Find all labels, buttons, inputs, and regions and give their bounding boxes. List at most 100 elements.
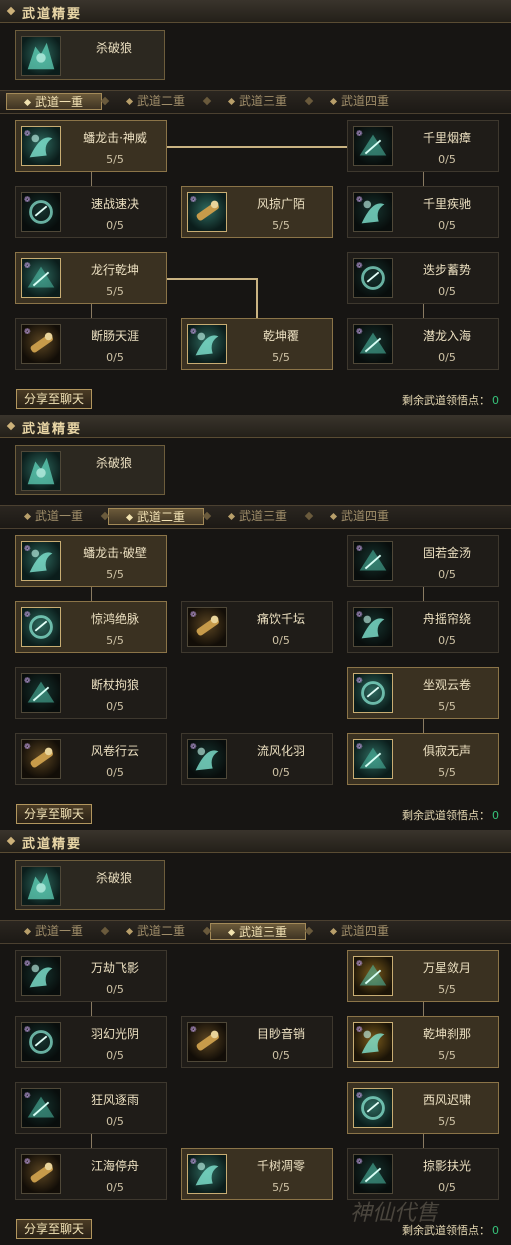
share-to-chat-button[interactable]: 分享至聊天 [16,1219,92,1239]
skill-node[interactable]: ❁ 断杖拘狼 0/5 [15,667,167,719]
tab-label: 武道三重 [238,509,287,523]
skill-node[interactable]: ❁ 千里疾驰 0/5 [347,186,499,238]
tab-tier-1[interactable]: 武道一重 [6,93,102,110]
skill-node[interactable]: ❁ 千树凋零 5/5 [181,1148,333,1200]
rank-mark-icon: ❁ [356,195,363,204]
tier-tabs: 武道一重 武道二重 武道三重 武道四重 [0,920,511,944]
skill-node[interactable]: ❁ 乾坤刹那 5/5 [347,1016,499,1068]
tier-tabs: 武道一重 武道二重 武道三重 武道四重 [0,505,511,529]
skill-name: 掠影扶光 [422,1159,471,1173]
core-skill-card[interactable]: 杀破狼 [15,860,165,910]
rank-mark-icon: ❁ [190,1157,197,1166]
rank-mark-icon: ❁ [24,1157,31,1166]
rank-mark-icon: ❁ [356,1091,363,1100]
skill-node[interactable]: ❁ 风卷行云 0/5 [15,733,167,785]
skill-name: 万星敛月 [422,961,471,975]
tab-tier-3[interactable]: 武道三重 [210,508,306,525]
wolf-skill-icon [21,36,61,76]
tab-tier-2[interactable]: 武道二重 [108,93,204,110]
skill-node[interactable]: ❁ 掠影扶光 0/5 [347,1148,499,1200]
skill-level: 5/5 [272,219,290,232]
tree-connector [423,172,424,186]
core-skill-card[interactable]: 杀破狼 [15,445,165,495]
tree-connector [91,1002,92,1016]
skill-node[interactable]: ❁ 固若金汤 0/5 [347,535,499,587]
skill-node[interactable]: ❁ 万星敛月 5/5 [347,950,499,1002]
rank-mark-icon: ❁ [24,676,31,685]
skill-node[interactable]: ❁ 目眇音销 0/5 [181,1016,333,1068]
skill-node[interactable]: ❁ 潜龙入海 0/5 [347,318,499,370]
skill-node[interactable]: ❁ 坐观云卷 5/5 [347,667,499,719]
skill-level: 5/5 [438,983,456,996]
skill-name: 俱寂无声 [422,744,471,758]
skill-node[interactable]: ❁ 蟠龙击·破壁 5/5 [15,535,167,587]
skill-node[interactable]: ❁ 速战速决 0/5 [15,186,167,238]
share-to-chat-button[interactable]: 分享至聊天 [16,804,92,824]
tab-tier-1[interactable]: 武道一重 [6,923,102,940]
skill-node[interactable]: ❁ 痛饮千坛 0/5 [181,601,333,653]
tab-tier-2[interactable]: 武道二重 [108,923,204,940]
skill-name: 狂风逐雨 [90,1093,139,1107]
skill-node[interactable]: ❁ 江海停舟 0/5 [15,1148,167,1200]
skill-node[interactable]: ❁ 乾坤覆 5/5 [181,318,333,370]
skill-node[interactable]: ❁ 惊鸿绝脉 5/5 [15,601,167,653]
skill-name: 江海停舟 [90,1159,139,1173]
gallop-icon: ❁ [353,192,393,232]
tab-label: 武道一重 [34,95,83,109]
tab-tier-1[interactable]: 武道一重 [6,508,102,525]
skill-level: 5/5 [106,568,124,581]
skill-node[interactable]: ❁ 龙行乾坤 5/5 [15,252,167,304]
skill-node[interactable]: ❁ 断肠天涯 0/5 [15,318,167,370]
tab-tier-3[interactable]: 武道三重 [210,923,306,940]
tab-tier-2[interactable]: 武道二重 [108,508,204,525]
skill-node[interactable]: ❁ 迭步蓄势 0/5 [347,252,499,304]
river-boat-icon: ❁ [21,1154,61,1194]
skill-node[interactable]: ❁ 羽幻光阴 0/5 [15,1016,167,1068]
tab-label: 武道一重 [34,924,83,938]
diamond-icon [329,512,338,521]
skill-node[interactable]: ❁ 蟠龙击·神威 5/5 [15,120,167,172]
tab-tier-4[interactable]: 武道四重 [312,93,408,110]
skill-node[interactable]: ❁ 风掠广陌 5/5 [181,186,333,238]
skill-level: 0/5 [106,351,124,364]
skill-node[interactable]: ❁ 舟摇帘绕 0/5 [347,601,499,653]
rank-mark-icon: ❁ [24,610,31,619]
shadow-light-icon: ❁ [353,1154,393,1194]
skill-node[interactable]: ❁ 狂风逐雨 0/5 [15,1082,167,1134]
rank-mark-icon: ❁ [356,959,363,968]
rank-mark-icon: ❁ [190,742,197,751]
skill-name: 西风迟啸 [422,1093,471,1107]
skill-level: 0/5 [438,351,456,364]
rank-mark-icon: ❁ [356,129,363,138]
dragon-walk-icon: ❁ [21,258,61,298]
tab-tier-4[interactable]: 武道四重 [312,923,408,940]
skill-node[interactable]: ❁ 千里烟瘴 0/5 [347,120,499,172]
remaining-points: 剩余武道领悟点： 0 [402,807,499,823]
skill-level: 0/5 [438,634,456,647]
tab-label: 武道二重 [136,94,185,108]
tab-label: 武道四重 [340,94,389,108]
skill-node[interactable]: ❁ 流风化羽 0/5 [181,733,333,785]
rank-mark-icon: ❁ [24,129,31,138]
core-skill-card[interactable]: 杀破狼 [15,30,165,80]
skill-level: 0/5 [106,700,124,713]
iron-wall-icon: ❁ [353,541,393,581]
instant-icon: ❁ [353,1022,393,1062]
rank-mark-icon: ❁ [190,327,197,336]
tab-tier-4[interactable]: 武道四重 [312,508,408,525]
share-to-chat-button[interactable]: 分享至聊天 [16,389,92,409]
rank-mark-icon: ❁ [356,261,363,270]
skill-node[interactable]: ❁ 俱寂无声 5/5 [347,733,499,785]
skill-level: 5/5 [272,351,290,364]
rank-mark-icon: ❁ [24,1091,31,1100]
skill-node[interactable]: ❁ 西风迟啸 5/5 [347,1082,499,1134]
tab-tier-3[interactable]: 武道三重 [210,93,306,110]
skill-node[interactable]: ❁ 万劫飞影 0/5 [15,950,167,1002]
tree-connector [423,719,424,733]
watermark-logo: 神仙代售 [350,1201,439,1226]
skill-name: 羽幻光阴 [90,1027,139,1041]
startle-pulse-icon: ❁ [21,607,61,647]
skill-level: 0/5 [106,1049,124,1062]
points-value: 0 [492,1224,499,1237]
core-skill-name: 杀破狼 [95,41,132,55]
